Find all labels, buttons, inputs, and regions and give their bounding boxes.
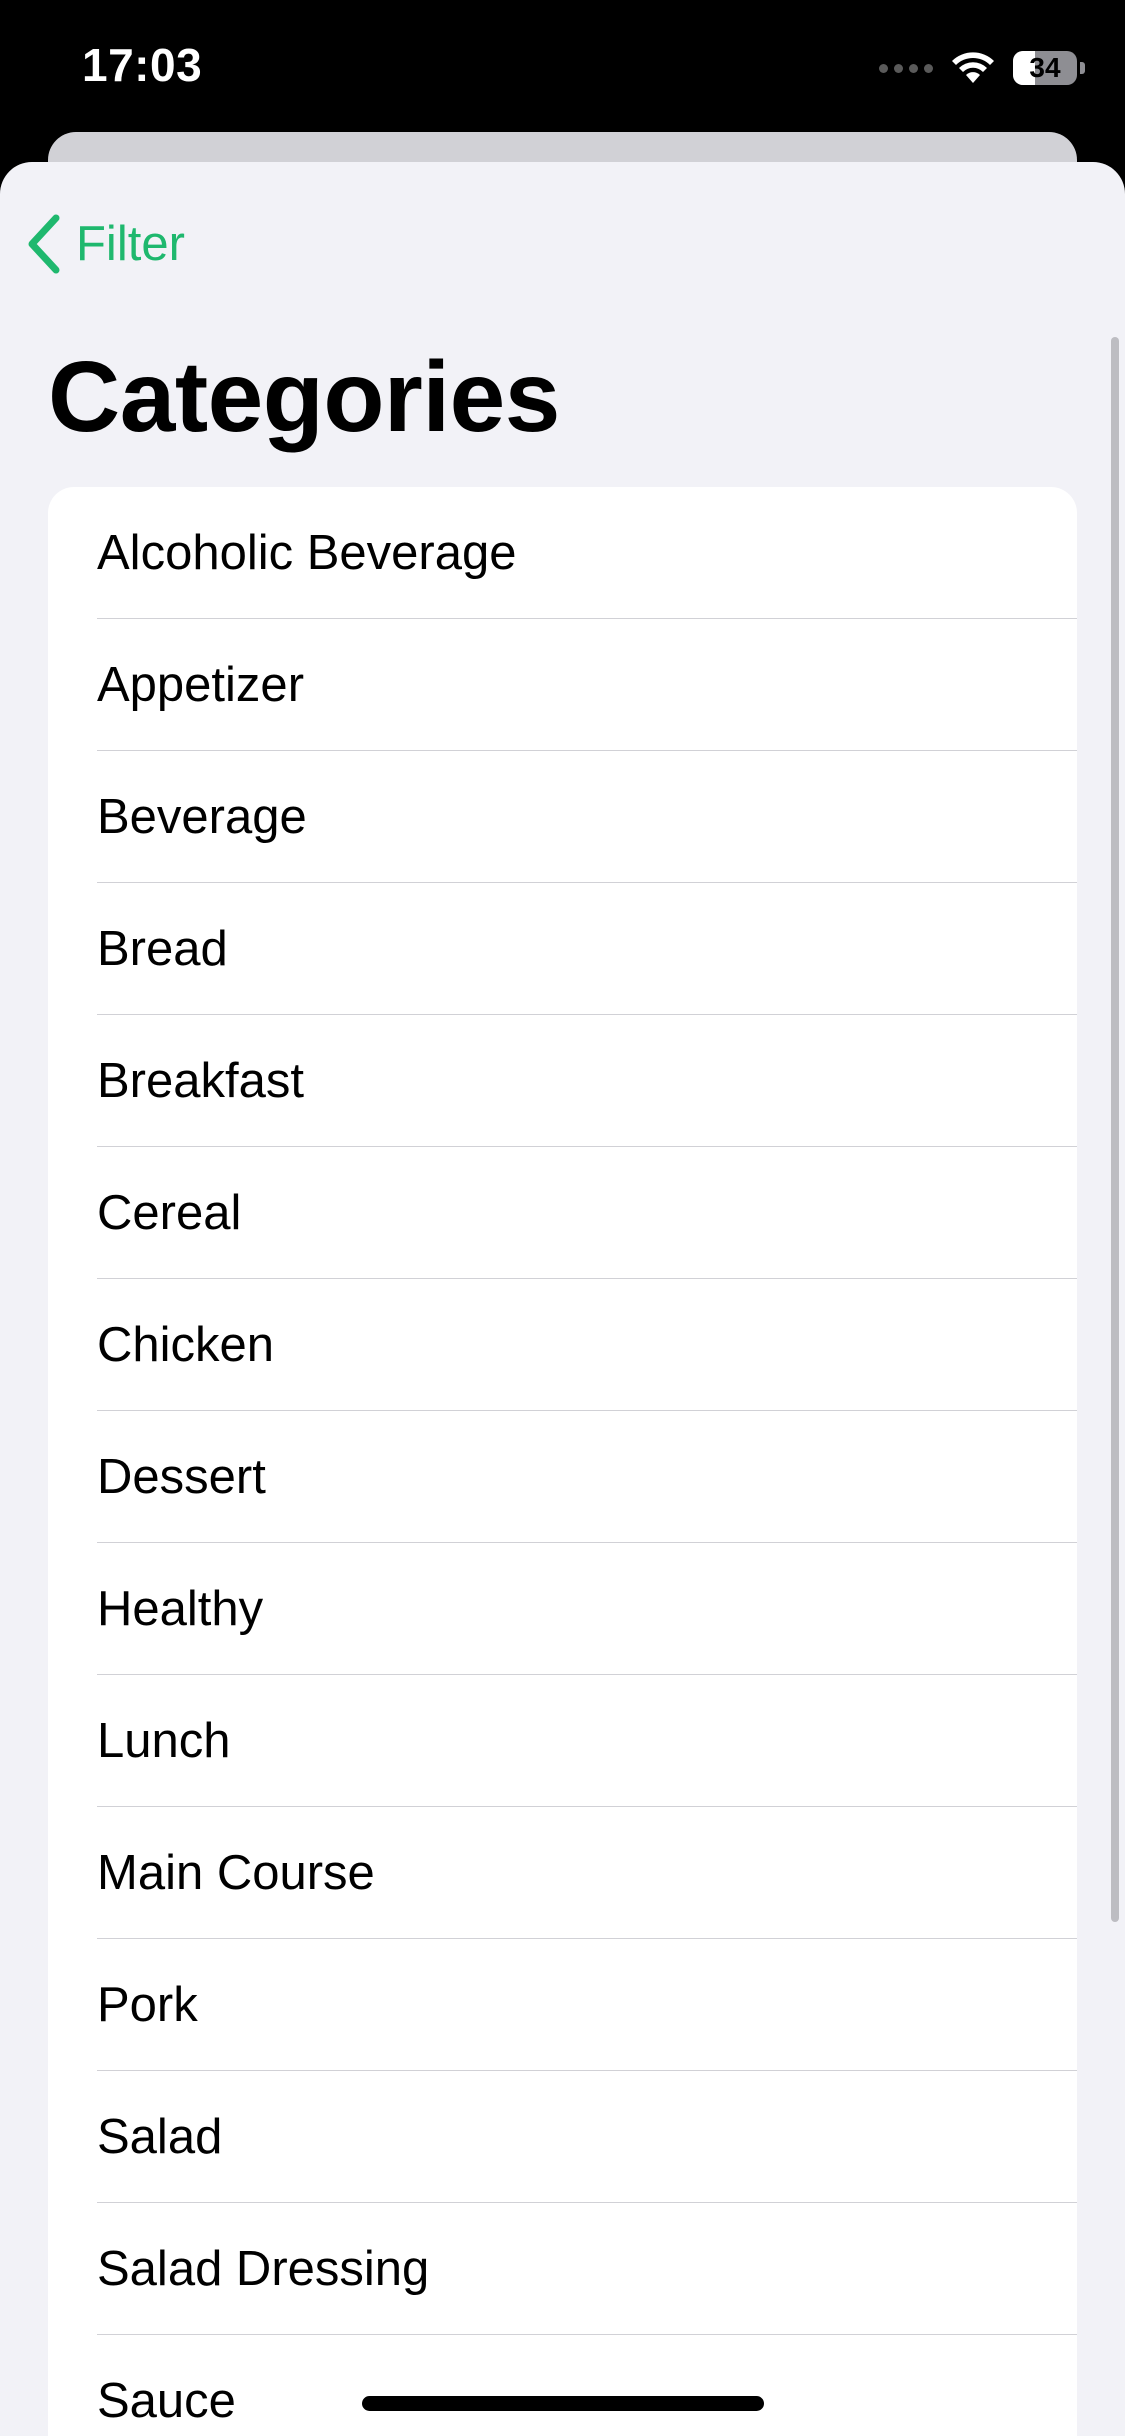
category-item[interactable]: Alcoholic Beverage	[48, 487, 1077, 619]
category-item[interactable]: Dessert	[48, 1411, 1077, 1543]
cellular-signal-icon	[879, 63, 933, 73]
home-indicator[interactable]	[362, 2396, 764, 2411]
category-list: Alcoholic Beverage Appetizer Beverage Bread…	[48, 487, 1077, 2436]
category-item[interactable]: Main Course	[48, 1807, 1077, 1939]
category-item[interactable]: Lunch	[48, 1675, 1077, 1807]
status-icons: 34	[879, 46, 1085, 90]
categories-sheet: Filter Categories Alcoholic Beverage Appe…	[0, 162, 1125, 2436]
back-button[interactable]: Filter	[26, 214, 185, 274]
status-time: 17:03	[82, 39, 203, 91]
category-item[interactable]: Salad	[48, 2071, 1077, 2203]
category-item[interactable]: Chicken	[48, 1279, 1077, 1411]
category-item[interactable]: Appetizer	[48, 619, 1077, 751]
category-item[interactable]: Breakfast	[48, 1015, 1077, 1147]
back-button-label: Filter	[76, 217, 185, 271]
category-item[interactable]: Salad Dressing	[48, 2203, 1077, 2335]
category-item[interactable]: Bread	[48, 883, 1077, 1015]
category-item[interactable]: Beverage	[48, 751, 1077, 883]
category-item[interactable]: Pork	[48, 1939, 1077, 2071]
scroll-indicator[interactable]	[1111, 337, 1119, 1922]
chevron-left-icon	[28, 214, 60, 274]
battery-tip	[1080, 62, 1085, 74]
wifi-icon	[952, 52, 994, 83]
battery-icon: 34	[1013, 51, 1077, 85]
status-bar: 17:03 34	[0, 0, 1125, 132]
page-title: Categories	[48, 341, 560, 453]
category-item[interactable]: Cereal	[48, 1147, 1077, 1279]
category-item[interactable]: Healthy	[48, 1543, 1077, 1675]
category-item[interactable]: Sauce	[48, 2335, 1077, 2436]
screen: 17:03 34 Filter Categories Alcoholic Bev…	[0, 0, 1125, 2436]
battery-level: 34	[1029, 52, 1061, 83]
